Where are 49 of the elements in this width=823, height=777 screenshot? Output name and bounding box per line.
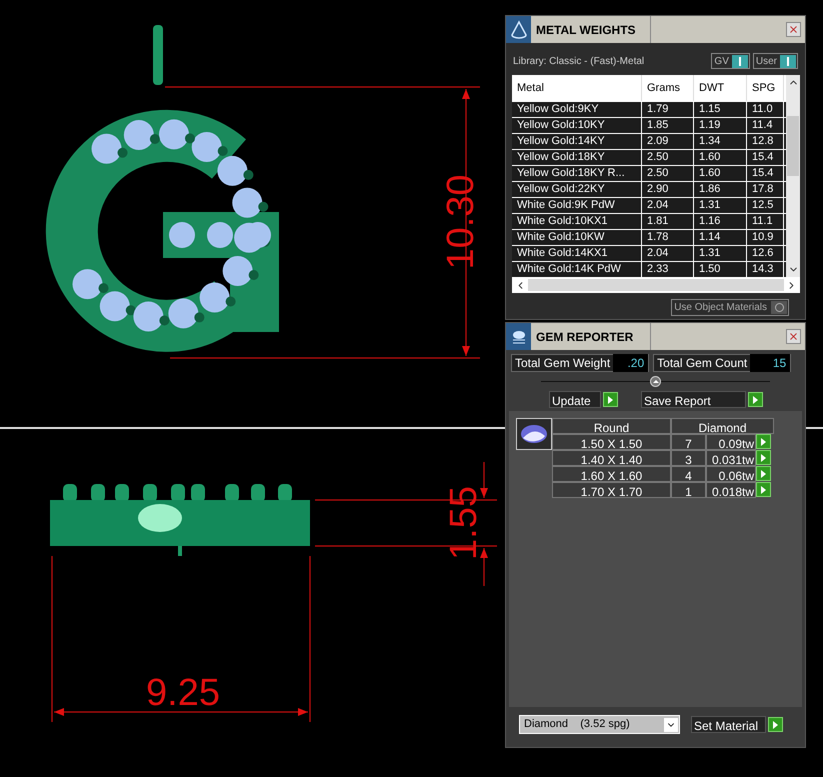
row-go-button[interactable] <box>756 434 771 449</box>
table-cell: 0.031tw <box>706 450 756 466</box>
table-cell: 4 <box>671 466 706 482</box>
run-button[interactable] <box>768 717 783 732</box>
table-cell: 0.018tw <box>706 482 756 498</box>
row-go-button[interactable] <box>756 466 771 481</box>
use-object-materials-button[interactable]: Use Object Materials <box>671 299 789 316</box>
run-button[interactable] <box>603 392 618 407</box>
material-select[interactable]: Diamond (3.52 spg) <box>519 715 680 734</box>
run-button[interactable] <box>748 392 763 407</box>
close-icon <box>788 24 799 35</box>
panel-title: GEM REPORTER <box>536 330 634 344</box>
close-icon <box>788 331 799 342</box>
table-cell: 0.09tw <box>706 434 756 450</box>
table-cell: 1.70 X 1.70 <box>552 482 671 498</box>
close-button[interactable] <box>786 22 801 37</box>
material-header: Diamond <box>671 418 774 434</box>
toggle-label: GV <box>714 54 729 68</box>
panel-title: METAL WEIGHTS <box>536 23 636 37</box>
library-label: Library: Classic - (Fast)-Metal <box>513 54 644 68</box>
width-dimension-label: 9.25 <box>146 672 220 714</box>
toggle-switch[interactable] <box>780 54 796 68</box>
total-value: 15 <box>750 354 790 372</box>
close-button[interactable] <box>786 329 801 344</box>
table-cell: 3 <box>671 450 706 466</box>
gem-icon <box>520 424 548 444</box>
table-cell: 0.06tw <box>706 466 756 482</box>
height-dimension-label: 10.30 <box>440 174 482 270</box>
total-label: Total Gem Count <box>656 355 748 372</box>
shape-header: Round <box>552 418 671 434</box>
table-cell: 1.60 X 1.60 <box>552 466 671 482</box>
cone-icon <box>508 20 528 40</box>
thickness-dimension-label: 1.55 <box>443 486 486 560</box>
toggle-switch[interactable] <box>732 54 748 68</box>
toggle-switch[interactable] <box>771 301 787 314</box>
table-cell: 1.40 X 1.40 <box>552 450 671 466</box>
table-cell: 7 <box>671 434 706 450</box>
set-material-button[interactable]: Set Material <box>691 716 766 733</box>
table-cell: 1.50 X 1.50 <box>552 434 671 450</box>
table-cell: 1 <box>671 482 706 498</box>
vertical-scrollbar[interactable] <box>786 75 800 277</box>
total-value: .20 <box>613 354 648 372</box>
row-go-button[interactable] <box>756 450 771 465</box>
total-label: Total Gem Weight <box>514 355 612 372</box>
collapse-handle[interactable] <box>650 376 661 386</box>
report-button[interactable]: Save Report <box>641 391 746 408</box>
toggle-label: User <box>756 54 777 68</box>
row-go-button[interactable] <box>756 482 771 497</box>
report-button[interactable]: Update <box>549 391 601 408</box>
